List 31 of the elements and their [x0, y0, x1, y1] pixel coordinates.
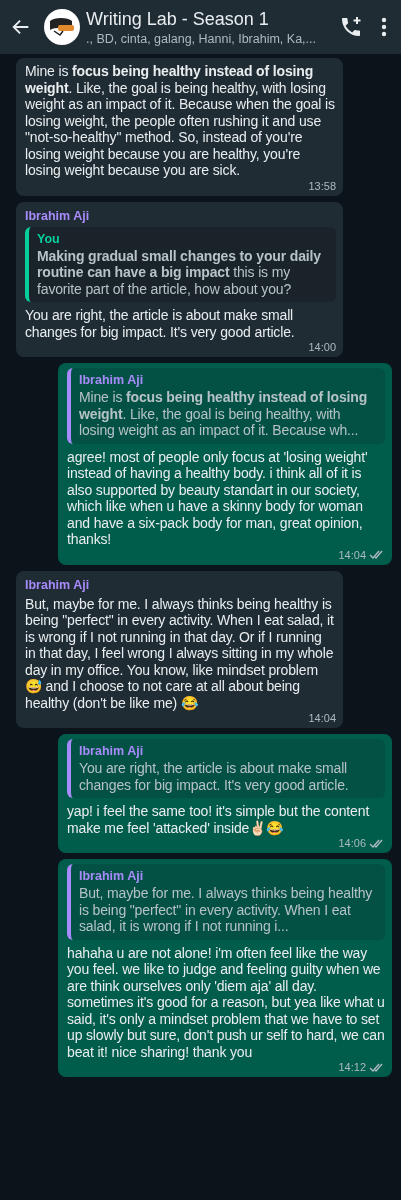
quoted-message[interactable]: Ibrahim Aji You are right, the article is about make small changes for big impact. It's very good article.	[67, 739, 385, 798]
message-time: 14:04	[308, 712, 336, 724]
message-time: 14:06	[338, 837, 366, 849]
message-time: 13:58	[308, 179, 336, 192]
menu-icon	[381, 16, 387, 38]
message-text: Mine is focus being healthy instead of losing weight. Like, the goal is being healthy, with losing weight as an impact of it. Because when the goal is losing weight, the people often rushing it and use "not-so-healthy" method. So, instead of you're losing weight because you are healthy, you're losing weight because you are sick.	[25, 63, 336, 179]
quote-text: But, maybe for me. I always thinks being healthy is being "perfect" in every activity. When I eat salad, it is wrong if I not running i...	[79, 885, 374, 935]
quote-author: Ibrahim Aji	[79, 744, 145, 758]
sender-name: Ibrahim Aji	[25, 577, 91, 592]
sender-name: Ibrahim Aji	[25, 208, 91, 223]
message-time: 14:00	[308, 341, 336, 353]
quote-author: You	[37, 231, 61, 246]
phone-plus-icon	[339, 15, 363, 39]
message-time: 14:04	[338, 548, 366, 561]
group-members: ., BD, cinta, galang, Hanni, Ibrahim, Ka,...	[86, 31, 317, 46]
quoted-message[interactable]: Ibrahim Aji But, maybe for me. I always thinks being healthy is being "perfect" in every activity. When I eat salad, it is wrong if I not running i...	[67, 864, 385, 940]
group-avatar[interactable]	[44, 9, 80, 45]
quote-author: Ibrahim Aji	[79, 869, 145, 883]
quoted-message[interactable]: You Making gradual small changes to your daily routine can have a big impact this is my favorite part of the article, how about you?	[25, 226, 336, 302]
quoted-message[interactable]: Ibrahim Aji Mine is focus being healthy instead of losing weight. Like, the goal is being healthy, with losing weight as an impact of it. Because wh...	[67, 368, 385, 444]
message-text: yap! i feel the same too! it's simple but the content make me feel 'attacked' inside✌🏻😂	[67, 803, 371, 836]
quote-text: Mine is focus being healthy instead of losing weight. Like, the goal is being healthy, with losing weight as an impact of it. Because wh...	[79, 389, 369, 439]
quote-text: Making gradual small changes to your daily routine can have a big impact this is my favorite part of the article, how about you?	[37, 247, 322, 297]
quote-author: Ibrahim Aji	[79, 373, 145, 387]
message-text: agree! most of people only focus at 'losing weight' instead of having a healthy body. i think all of it is also supported by beauty standart in our society, which like when u have a skinny body for woman and have a six-pack body for man, great opinion, thanks!	[67, 448, 369, 548]
message-text: hahaha u are not alone! i'm often feel like the way you feel. we like to judge and feeling guilty when we are think ourselves only 'diem aja' all day. sometimes it's good for a reason, but yea like what u said, it's only a mindset problem that we have to set up slowly but sure, don't push ur self to hard, we can beat it! nice sharing! thank you	[67, 944, 385, 1060]
message-text: You are right, the article is about make small changes for big impact. It's very good article.	[25, 307, 296, 340]
quote-text: You are right, the article is about make small changes for big impact. It's very good article.	[79, 760, 350, 793]
group-name[interactable]: Writing Lab - Season 1	[86, 8, 327, 30]
message-text: But, maybe for me. I always thinks being healthy is being "perfect" in every activity. When I eat salad, it is wrong if I not running in that day. Or if I running in that day, I feel wrong I always sitting in my whole day in my office. You know, like mindset problem 😅 and I choose to not care at all about being healthy (don't be like me) 😂	[25, 595, 335, 711]
message-time: 14:12	[338, 1061, 366, 1073]
